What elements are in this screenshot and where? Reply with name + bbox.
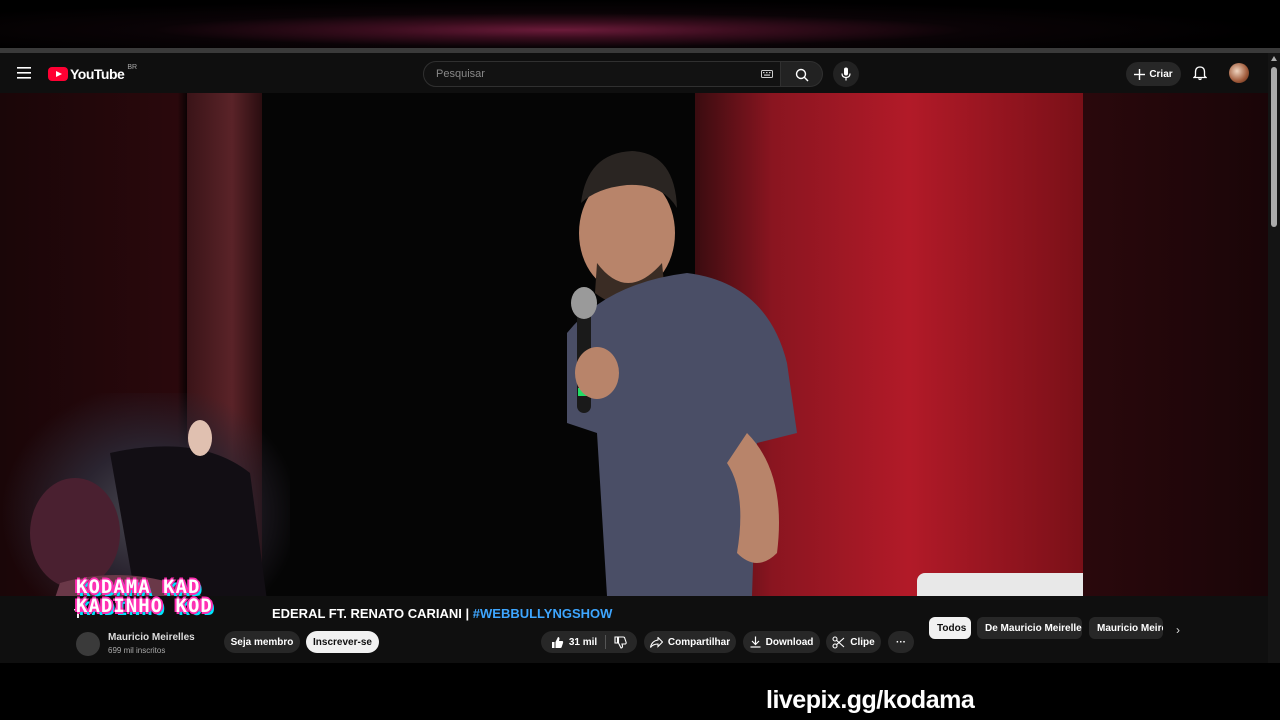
join-button[interactable]: Seja membro [224,631,300,653]
video-hashtag-link[interactable]: #WEBBULLYNGSHOW [473,606,613,621]
notifications-bell-icon[interactable] [1193,66,1207,81]
streamer-overlay-logo: KODAMA KAD KADINHO KOD [76,578,276,616]
youtube-logo[interactable]: YouTube BR [48,63,138,83]
download-button[interactable]: Download [743,631,820,653]
page-scrollbar[interactable] [1268,53,1280,663]
video-title-text: EDERAL FT. RENATO CARIANI | [271,606,473,621]
streamer-webcam [0,393,290,596]
livepix-link-text: livepix.gg/kodama [766,686,975,714]
country-code: BR [127,63,138,71]
dislike-icon[interactable] [614,635,627,649]
logo-text: YouTube [70,66,125,82]
youtube-play-icon [48,67,68,81]
clip-button[interactable]: Clipe [826,631,881,653]
chip-all[interactable]: Todos [929,617,971,639]
chip-channel-name-label: Mauricio Meirel [1097,622,1163,634]
subscribe-label: Inscrever-se [313,636,372,648]
more-actions-icon: ··· [896,636,906,648]
masthead: YouTube BR Pesquisar Criar [0,53,1268,93]
download-label: Download [765,636,814,648]
chip-from-channel[interactable]: De Mauricio Meirelles [977,617,1082,639]
like-icon[interactable] [551,636,564,649]
chevron-right-icon[interactable]: › [1176,623,1180,637]
like-count[interactable]: 31 mil [569,637,597,648]
share-icon [649,636,663,648]
subscriber-count: 699 mil inscritos [108,646,166,655]
plus-icon [1134,68,1146,80]
chip-from-channel-label: De Mauricio Meirelles [985,622,1082,634]
video-player[interactable] [0,93,1268,596]
video-stage-prop [917,573,1083,596]
search-button[interactable] [781,61,823,87]
chip-all-label: Todos [937,622,967,634]
like-dislike-group: 31 mil [541,631,637,653]
user-avatar[interactable] [1229,63,1249,83]
join-label: Seja membro [230,636,294,648]
video-frame [187,93,1083,596]
share-button[interactable]: Compartilhar [644,631,736,653]
scissors-icon [832,635,845,649]
keyboard-icon[interactable] [761,70,773,78]
youtube-window: YouTube BR Pesquisar Criar T EDERAL FT. … [0,53,1280,663]
chip-channel-name[interactable]: Mauricio Meirel [1089,617,1163,639]
channel-name[interactable]: Mauricio Meirelles [108,632,195,643]
stream-background-top [0,0,1280,48]
video-performer [567,151,797,596]
search-box [423,61,781,87]
more-actions-button[interactable]: ··· [888,631,914,653]
share-label: Compartilhar [667,636,731,648]
scroll-up-arrow-icon[interactable] [1271,56,1277,61]
search-icon [795,68,809,82]
webcam-figure [30,420,267,596]
create-button[interactable]: Criar [1126,62,1181,86]
clip-label: Clipe [850,636,875,648]
scroll-thumb[interactable] [1271,67,1277,227]
microphone-icon [841,67,851,81]
subscribe-button[interactable]: Inscrever-se [306,631,379,653]
voice-search-button[interactable] [833,61,859,87]
overlay-line-2: KADINHO KOD [76,595,213,617]
download-icon [750,636,761,648]
like-divider [605,635,607,649]
create-label: Criar [1149,68,1173,80]
channel-avatar[interactable] [76,632,100,656]
player-side-area [1083,93,1268,596]
search-input[interactable] [434,67,738,81]
menu-icon[interactable] [16,64,34,82]
